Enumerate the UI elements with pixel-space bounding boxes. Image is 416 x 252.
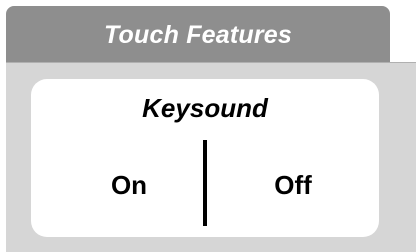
keysound-card: Keysound On Off <box>31 79 379 237</box>
option-divider <box>203 140 207 226</box>
page-title: Touch Features <box>103 21 293 49</box>
touch-features-screen: Touch Features Keysound On Off <box>0 0 416 252</box>
keysound-off-button[interactable]: Off <box>223 170 363 201</box>
keysound-title: Keysound <box>142 93 268 123</box>
keysound-on-button[interactable]: On <box>59 170 199 201</box>
